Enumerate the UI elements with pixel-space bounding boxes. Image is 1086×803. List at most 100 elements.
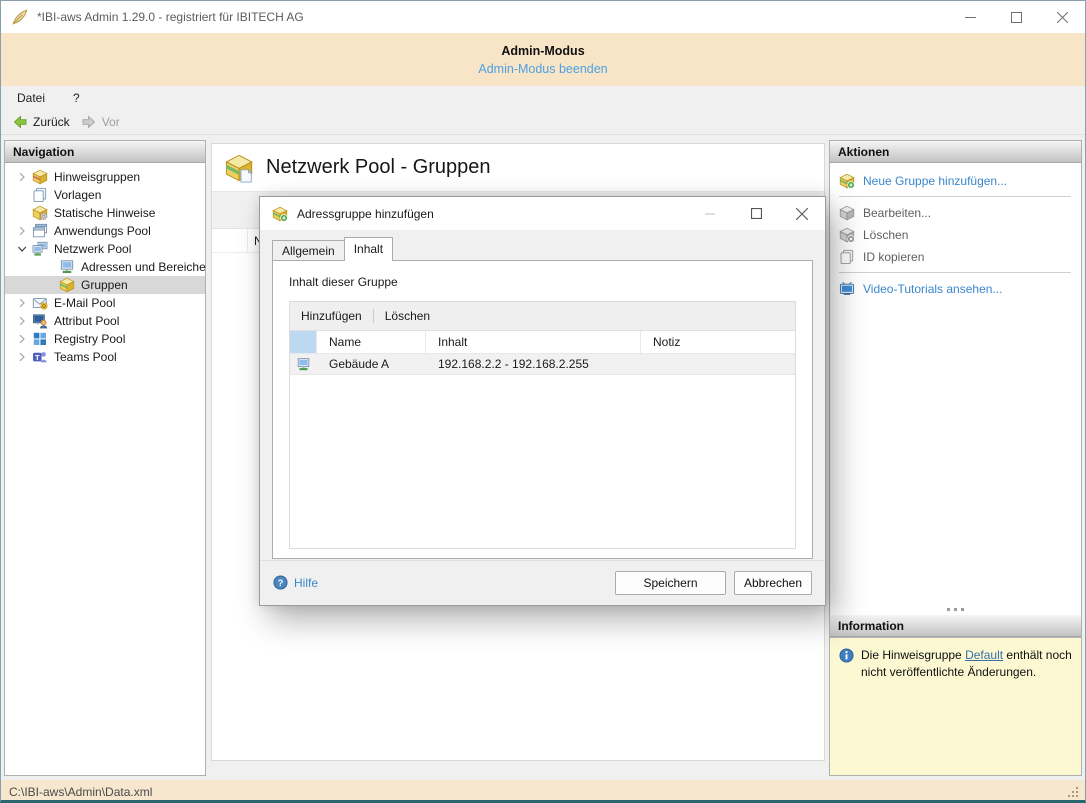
nav-item-adressen-und-bereiche[interactable]: Adressen und Bereiche bbox=[5, 258, 206, 276]
chevron-right-icon[interactable] bbox=[14, 169, 30, 185]
close-button[interactable] bbox=[1039, 1, 1085, 33]
actions-separator bbox=[839, 196, 1071, 197]
toolbar-separator bbox=[372, 309, 374, 323]
static-notices-icon bbox=[32, 205, 48, 221]
forward-button[interactable]: Vor bbox=[77, 112, 127, 132]
nav-item-label: Gruppen bbox=[81, 278, 128, 292]
statusbar: C:\IBI-aws\Admin\Data.xml bbox=[1, 780, 1085, 800]
titlebar: *IBI-aws Admin 1.29.0 - registriert für … bbox=[1, 1, 1085, 33]
dialog-minimize-button[interactable] bbox=[687, 197, 733, 230]
admin-mode-exit-link[interactable]: Admin-Modus beenden bbox=[478, 62, 607, 76]
name-column-header[interactable]: Name bbox=[317, 331, 426, 353]
action-neue-gruppe-hinzufugen[interactable]: Neue Gruppe hinzufügen... bbox=[830, 170, 1081, 192]
tab-inhalt[interactable]: Inhalt bbox=[343, 237, 394, 261]
dialog-tabs: Allgemein Inhalt bbox=[272, 237, 813, 261]
maximize-button[interactable] bbox=[993, 1, 1039, 33]
nav-item-statische-hinweise[interactable]: Statische Hinweise bbox=[5, 204, 205, 222]
nav-item-registry-pool[interactable]: Registry Pool bbox=[5, 330, 205, 348]
cancel-button[interactable]: Abbrechen bbox=[734, 570, 812, 595]
network-pool-groups-icon bbox=[225, 153, 255, 183]
back-label: Zurück bbox=[33, 114, 70, 129]
add-entry-button[interactable]: Hinzufügen bbox=[299, 307, 364, 325]
table-row[interactable]: Gebäude A 192.168.2.2 - 192.168.2.255 bbox=[290, 354, 795, 375]
chevron-down-icon[interactable] bbox=[14, 241, 30, 257]
back-button[interactable]: Zurück bbox=[8, 112, 77, 132]
action-label: Löschen bbox=[863, 228, 909, 242]
dialog-table-toolbar: Hinzufügen Löschen bbox=[290, 302, 795, 331]
chevron-right-icon[interactable] bbox=[14, 349, 30, 365]
nav-item-gruppen[interactable]: Gruppen bbox=[5, 276, 205, 294]
chevron-right-icon[interactable] bbox=[14, 223, 30, 239]
nav-item-e-mail-pool[interactable]: E-Mail Pool bbox=[5, 294, 205, 312]
nav-item-label: Registry Pool bbox=[54, 332, 126, 346]
back-arrow-icon bbox=[12, 114, 28, 130]
tab-allgemein[interactable]: Allgemein bbox=[272, 240, 345, 260]
nav-item-anwendungs-pool[interactable]: Anwendungs Pool bbox=[5, 222, 205, 240]
right-panel: Aktionen Neue Gruppe hinzufügen... Bearbe… bbox=[829, 140, 1082, 776]
menu-help[interactable]: ? bbox=[71, 89, 82, 107]
action-video-tutorials-ansehen[interactable]: Video-Tutorials ansehen... bbox=[830, 278, 1081, 300]
groups-icon bbox=[59, 277, 75, 293]
nav-item-label: Statische Hinweise bbox=[54, 206, 156, 220]
delete-entry-button[interactable]: Löschen bbox=[383, 307, 432, 325]
menu-datei[interactable]: Datei bbox=[15, 89, 47, 107]
nav-item-vorlagen[interactable]: Vorlagen bbox=[5, 186, 205, 204]
action-label: ID kopieren bbox=[863, 250, 925, 264]
panel-splitter[interactable] bbox=[830, 604, 1081, 615]
dialog-maximize-button[interactable] bbox=[733, 197, 779, 230]
notiz-column-header[interactable]: Notiz bbox=[641, 331, 795, 353]
action-id-kopieren: ID kopieren bbox=[830, 246, 1081, 268]
help-link[interactable]: ? Hilfe bbox=[273, 575, 318, 590]
nav-item-netzwerk-pool[interactable]: Netzwerk Pool bbox=[5, 240, 205, 258]
delete-group-icon bbox=[839, 227, 855, 243]
action-loschen: Löschen bbox=[830, 224, 1081, 246]
nav-item-label: Hinweisgruppen bbox=[54, 170, 141, 184]
window-title: *IBI-aws Admin 1.29.0 - registriert für … bbox=[37, 10, 304, 24]
icon-column-header bbox=[212, 229, 248, 252]
notice-groups-icon bbox=[32, 169, 48, 185]
default-group-link[interactable]: Default bbox=[965, 648, 1003, 662]
network-range-icon bbox=[296, 357, 311, 372]
forward-label: Vor bbox=[101, 114, 120, 129]
nav-item-teams-pool[interactable]: T Teams Pool bbox=[5, 348, 205, 366]
action-label: Neue Gruppe hinzufügen... bbox=[863, 174, 1008, 188]
information-box: Die Hinweisgruppe Default enthält noch n… bbox=[830, 637, 1081, 775]
inhalt-column-header[interactable]: Inhalt bbox=[426, 331, 641, 353]
chevron-right-icon[interactable] bbox=[14, 313, 30, 329]
dialog-close-button[interactable] bbox=[779, 197, 825, 230]
svg-text:T: T bbox=[35, 353, 40, 362]
dialog-titlebar: Adressgruppe hinzufügen bbox=[260, 197, 825, 230]
copy-id-icon bbox=[839, 249, 855, 265]
row-inhalt: 192.168.2.2 - 192.168.2.255 bbox=[438, 357, 589, 371]
nav-item-attribut-pool[interactable]: Attribut Pool bbox=[5, 312, 205, 330]
navigation-header: Navigation bbox=[5, 141, 205, 163]
nav-item-hinweisgruppen[interactable]: Hinweisgruppen bbox=[5, 168, 205, 186]
minimize-button[interactable] bbox=[947, 1, 993, 33]
action-label: Video-Tutorials ansehen... bbox=[863, 282, 1003, 296]
group-content-label: Inhalt dieser Gruppe bbox=[289, 275, 398, 289]
dialog-table-header: Name Inhalt Notiz bbox=[290, 331, 795, 354]
templates-icon bbox=[32, 187, 48, 203]
dialog-table-empty-area bbox=[290, 375, 795, 548]
chevron-right-icon[interactable] bbox=[14, 331, 30, 347]
chevron-right-icon[interactable] bbox=[14, 295, 30, 311]
nav-item-label: Anwendungs Pool bbox=[54, 224, 151, 238]
teams-pool-icon: T bbox=[32, 349, 48, 365]
tab-panel-inhalt: Inhalt dieser Gruppe Hinzufügen Löschen … bbox=[272, 260, 813, 559]
app-window: *IBI-aws Admin 1.29.0 - registriert für … bbox=[0, 0, 1086, 803]
menubar: Datei ? bbox=[1, 86, 1085, 109]
dialog-title: Adressgruppe hinzufügen bbox=[297, 206, 434, 221]
action-label: Bearbeiten... bbox=[863, 206, 932, 220]
save-button[interactable]: Speichern bbox=[615, 570, 726, 595]
data-file-path: C:\IBI-aws\Admin\Data.xml bbox=[9, 785, 153, 799]
actions-header: Aktionen bbox=[830, 141, 1081, 163]
resize-grip-icon[interactable] bbox=[1067, 786, 1079, 798]
nav-item-label: Teams Pool bbox=[54, 350, 117, 364]
admin-mode-title: Admin-Modus bbox=[501, 43, 585, 58]
information-text: Die Hinweisgruppe Default enthält noch n… bbox=[861, 648, 1072, 679]
add-group-icon bbox=[839, 173, 855, 189]
add-address-group-dialog: Adressgruppe hinzufügen Allgemein Inhalt… bbox=[259, 196, 826, 606]
application-pool-icon bbox=[32, 223, 48, 239]
forward-arrow-icon bbox=[81, 114, 97, 130]
